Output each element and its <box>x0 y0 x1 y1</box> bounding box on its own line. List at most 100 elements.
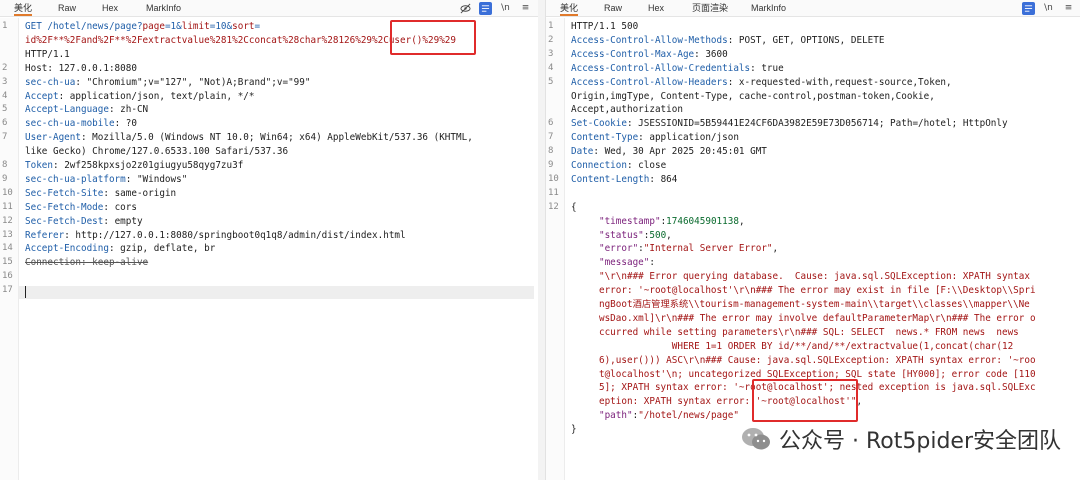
code-token: : "Chromium";v="127", "Not)A;Brand";v="9… <box>75 76 311 88</box>
code-token: : application/json, text/plain, */* <box>58 90 255 102</box>
code-token: Content-Length <box>571 173 650 185</box>
menu-icon[interactable]: ≡ <box>519 2 532 15</box>
line-number: 9 <box>2 173 8 184</box>
code-token: : gzip, deflate, br <box>108 243 216 255</box>
tab-pretty[interactable]: 美化 <box>560 2 579 16</box>
hide-icon[interactable] <box>459 2 472 15</box>
code-line: Access-Control-Max-Age: 3600 <box>571 48 1077 62</box>
line-number: 6 <box>2 118 8 129</box>
newline-toggle[interactable]: \n <box>1042 2 1055 15</box>
code-token: Host <box>25 62 48 74</box>
code-token: Access-Control-Max-Age <box>571 48 695 60</box>
code-line: wsDao.xml]\r\n### The error may involve … <box>571 312 1077 326</box>
tab-raw[interactable]: Raw <box>58 2 76 14</box>
code-line: Set-Cookie: JSESSIONID=5B59441E24CF6DA39… <box>571 117 1077 131</box>
tab-markinfo[interactable]: MarkInfo <box>751 2 786 14</box>
code-token: Date <box>571 146 594 158</box>
line-number: 11 <box>2 201 13 212</box>
code-token: error: '~root@localhost'\r\n### The erro… <box>571 285 1036 297</box>
code-token: Accept,authorization <box>571 104 683 116</box>
code-token: Accept-Encoding <box>25 243 109 255</box>
code-line: Content-Length: 864 <box>571 173 1077 187</box>
code-token: "\r\n### Error querying database. Cause:… <box>571 271 1030 283</box>
watermark: 公众号 · Rot5pider安全团队 <box>741 421 1061 457</box>
wrap-lines-icon[interactable] <box>1022 1 1035 15</box>
code-token: : JSESSIONID=5B59441E24CF6DA3982E59E73D0… <box>626 118 1008 130</box>
tab-pretty[interactable]: 美化 <box>14 2 33 16</box>
code-token: : POST, GET, OPTIONS, DELETE <box>727 34 885 46</box>
tab-raw[interactable]: Raw <box>604 2 622 14</box>
line-number: 8 <box>2 160 8 170</box>
code-token: GET /hotel/news/page? <box>25 21 143 32</box>
code-token: { <box>571 201 577 213</box>
request-tabbar: 美化 Raw Hex MarkInfo \n ≡ <box>0 0 538 17</box>
code-token: : zh-CN <box>108 104 149 116</box>
line-number: 16 <box>2 271 13 282</box>
line-number: 3 <box>2 76 8 87</box>
code-token: ccurred while setting parameters\r\n### … <box>571 326 1019 338</box>
code-token: Access-Control-Allow-Credentials <box>571 62 751 74</box>
line-number: 7 <box>548 132 554 143</box>
code-token: sec-ch-ua-platform <box>25 173 126 185</box>
line-number: 5 <box>548 76 554 87</box>
line-number: 5 <box>2 104 8 115</box>
code-line: error: '~root@localhost'\r\n### The erro… <box>571 284 1077 298</box>
code-token: , <box>738 215 745 227</box>
code-token: Connection: keep-alive <box>25 257 149 269</box>
pane-divider[interactable] <box>538 0 545 480</box>
wrap-lines-icon[interactable] <box>479 1 492 15</box>
code-line: User-Agent: Mozilla/5.0 (Windows NT 10.0… <box>25 131 534 145</box>
line-number: 4 <box>548 62 554 73</box>
menu-icon[interactable]: ≡ <box>1062 2 1075 15</box>
tab-render[interactable]: 页面渲染 <box>692 2 728 14</box>
code-token: Set-Cookie <box>571 118 627 130</box>
code-token: 500 <box>649 229 667 241</box>
line-number: 11 <box>548 187 559 198</box>
line-number: 7 <box>2 132 8 143</box>
code-line: Accept: application/json, text/plain, */… <box>25 90 534 104</box>
response-gutter: 1 2 3 4 5 6 7 8 9 10 11 12 <box>546 18 565 480</box>
tab-markinfo[interactable]: MarkInfo <box>146 2 181 14</box>
code-line: Origin,imgType, Content-Type, cache-cont… <box>571 90 1077 104</box>
code-token: : <box>649 257 655 269</box>
code-token: Access-Control-Allow-Headers <box>571 76 728 88</box>
code-token: "error" <box>571 243 639 255</box>
code-token: : http://127.0.0.1:8080/springboot0q1q8/… <box>64 229 406 241</box>
code-line: Host: 127.0.0.1:8080 <box>25 62 534 76</box>
code-token: : x-requested-with,request-source,Token, <box>727 76 952 88</box>
code-token: sort <box>232 21 255 32</box>
code-token: t@localhost'\n; uncategorized SQLExcepti… <box>571 368 1036 380</box>
code-line: like Gecko) Chrome/127.0.6533.100 Safari… <box>25 145 534 159</box>
code-token: sec-ch-ua-mobile <box>25 118 115 130</box>
code-line: "timestamp":1746045901138, <box>571 215 1077 229</box>
newline-toggle[interactable]: \n <box>499 2 512 15</box>
code-token: "timestamp" <box>571 215 661 227</box>
code-token: Connection <box>571 160 627 171</box>
code-line: ccurred while setting parameters\r\n### … <box>571 326 1077 340</box>
line-number: 12 <box>548 201 559 212</box>
tab-hex[interactable]: Hex <box>648 2 664 14</box>
code-token: "Internal Server Error" <box>643 243 773 255</box>
code-token: Origin,imgType, Content-Type, cache-cont… <box>571 90 935 102</box>
tab-hex[interactable]: Hex <box>102 2 118 14</box>
code-line: Access-Control-Allow-Headers: x-requeste… <box>571 76 1077 90</box>
code-token: Sec-Fetch-Site <box>25 187 104 199</box>
line-number: 15 <box>2 257 13 268</box>
code-token: : 3600 <box>694 48 728 60</box>
response-tabbar: 美化 Raw Hex 页面渲染 MarkInfo \n ≡ <box>546 0 1080 17</box>
request-editor[interactable]: 1 2 3 4 5 6 7 8 9 10 11 12 13 14 15 16 17 GET /hotel/new… <box>0 18 538 480</box>
code-token: : true <box>750 62 784 74</box>
code-token: : cors <box>103 201 137 213</box>
code-token: Referer <box>25 229 65 241</box>
request-toolbar: \n ≡ <box>459 1 532 15</box>
line-number: 2 <box>2 62 8 73</box>
watermark-text: 公众号 · Rot5pider安全团队 <box>779 429 1061 454</box>
line-number: 3 <box>548 48 554 59</box>
line-number: 2 <box>548 34 554 45</box>
code-token: page <box>142 21 165 32</box>
code-token: wsDao.xml]\r\n### The error may involve … <box>571 312 1036 324</box>
response-toolbar: \n ≡ <box>1022 1 1075 15</box>
code-token: = <box>254 21 261 32</box>
code-token: ngBoot酒店管理系统\\tourism-management-system-… <box>571 299 1030 310</box>
line-number: 13 <box>2 229 13 240</box>
